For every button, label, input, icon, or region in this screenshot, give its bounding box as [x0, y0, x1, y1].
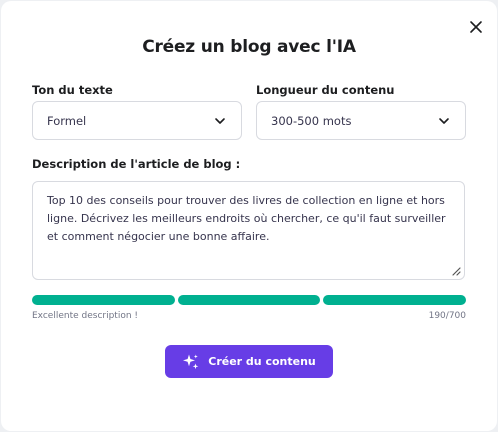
- chevron-down-icon: [439, 118, 449, 124]
- close-icon[interactable]: [467, 18, 485, 36]
- quality-segment: [32, 295, 175, 305]
- create-content-label: Créer du contenu: [208, 355, 316, 368]
- description-text: Top 10 des conseils pour trouver des liv…: [47, 194, 446, 243]
- create-content-button[interactable]: Créer du contenu: [165, 345, 333, 378]
- description-label: Description de l'article de blog :: [32, 157, 241, 171]
- dialog-title: Créez un blog avec l'IA: [142, 37, 356, 57]
- tone-label: Ton du texte: [32, 83, 113, 97]
- length-label: Longueur du contenu: [256, 83, 395, 97]
- description-textarea[interactable]: Top 10 des conseils pour trouver des liv…: [32, 181, 465, 280]
- tone-select[interactable]: Formel: [32, 101, 242, 140]
- length-selected-value: 300-500 mots: [271, 114, 352, 128]
- quality-text: Excellente description !: [32, 311, 139, 321]
- quality-segment: [323, 295, 467, 305]
- character-counter: 190/700: [428, 311, 466, 321]
- tone-selected-value: Formel: [47, 114, 87, 128]
- resize-handle-icon[interactable]: [451, 266, 461, 276]
- quality-segment: [177, 295, 321, 305]
- sparkles-icon: [183, 354, 199, 369]
- create-blog-dialog: Créez un blog avec l'IA Ton du texte For…: [1, 1, 497, 431]
- length-select[interactable]: 300-500 mots: [256, 101, 466, 140]
- description-quality-bar: [32, 295, 467, 305]
- chevron-down-icon: [215, 118, 225, 124]
